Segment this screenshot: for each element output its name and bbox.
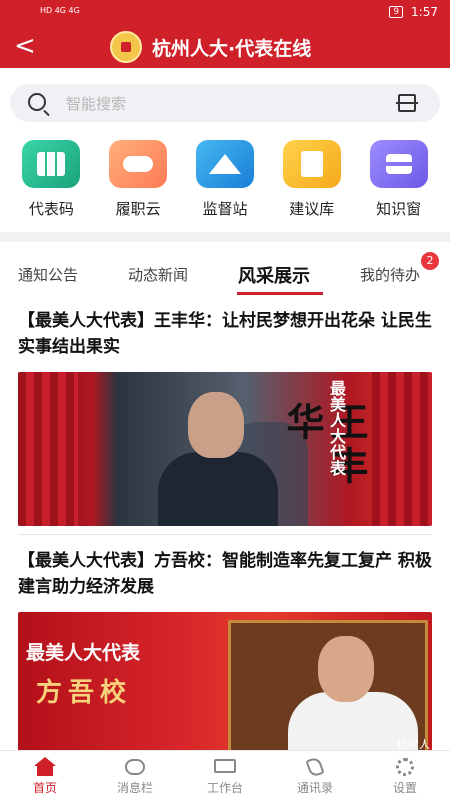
nav-settings[interactable]: 设置 [360,751,450,800]
image-vertical-heading: 最美人大代表 [327,380,346,476]
curtain-right [372,372,432,526]
image-name-text: 方吾校 [36,678,133,708]
nav-messages[interactable]: 消息栏 [90,751,180,800]
search-bar[interactable]: 智能搜索 [10,84,440,122]
todo-count-badge: 2 [421,252,439,270]
home-icon [34,757,56,777]
title-bar: < 杭州人大·代表在线 [0,26,450,68]
quick-action-daibiaoma[interactable]: 代表码 [15,140,87,220]
quick-action-label: 履职云 [115,200,161,218]
clock: 1:57 [411,5,438,19]
tab-notices[interactable]: 通知公告 [18,264,78,285]
article-card[interactable]: 【最美人大代表】方吾校：智能制造率先复工复产 积极建言助力经济发展 最美人大代表… [18,548,432,756]
tab-showcase[interactable]: 风采展示 [238,262,310,288]
scan-icon[interactable] [396,94,418,112]
gear-icon [394,757,416,777]
quick-actions: 代表码 履职云 监督站 建议库 知识窗 [0,140,450,220]
nav-workbench[interactable]: 工作台 [180,751,270,800]
article-title[interactable]: 【最美人大代表】王丰华：让村民梦想开出花朵 让民生实事结出果实 [18,308,432,360]
network-text: HD 4G 4G [40,6,80,15]
quick-action-jianduzhan[interactable]: 监督站 [189,140,261,220]
tab-todo[interactable]: 我的待办 [360,264,420,285]
title-group: 杭州人大·代表在线 [110,31,312,63]
nav-label: 首页 [32,781,57,795]
cloud-icon [109,140,168,188]
back-button[interactable]: < [14,32,44,62]
portrait [158,392,308,526]
active-tab-indicator [237,292,323,295]
article-card[interactable]: 【最美人大代表】王丰华：让村民梦想开出花朵 让民生实事结出果实 王丰华 最美人大… [18,308,432,526]
stack-icon [369,140,428,188]
quick-action-label: 知识窗 [376,200,422,218]
bottom-nav: 首页 消息栏 工作台 通讯录 设置 [0,750,450,800]
document-icon [282,140,341,188]
qr-grid-icon [22,140,81,188]
nav-label: 通讯录 [296,781,333,795]
section-divider [0,232,450,242]
network-indicators: HD 4G 4G [40,6,80,15]
status-bar: HD 4G 4G 9 1:57 [0,0,450,26]
quick-action-lvzhiyun[interactable]: 履职云 [102,140,174,220]
nav-label: 设置 [392,781,417,795]
image-heading: 最美人大代表 [26,642,141,664]
status-right: 9 1:57 [389,5,438,19]
national-emblem-icon [110,31,142,63]
article-title[interactable]: 【最美人大代表】方吾校：智能制造率先复工复产 积极建言助力经济发展 [18,548,432,600]
chevron-left-icon: < [14,31,36,61]
battery-icon: 9 [389,6,404,18]
nav-contacts[interactable]: 通讯录 [270,751,360,800]
phone-icon [304,756,326,778]
nav-label: 工作台 [206,781,243,795]
nav-label: 消息栏 [116,781,153,795]
article-image[interactable]: 王丰华 最美人大代表 [18,372,432,526]
house-icon [195,140,254,188]
tab-bar: 通知公告 动态新闻 风采展示 我的待办 2 [0,252,450,298]
page-title: 杭州人大·代表在线 [152,37,312,60]
search-icon [28,93,46,111]
quick-action-label: 监督站 [202,200,248,218]
article-image[interactable]: 最美人大代表 方吾校 杭州人 [18,612,432,756]
portrait-head [318,636,374,702]
quick-action-label: 建议库 [289,200,335,218]
quick-action-label: 代表码 [28,200,74,218]
message-icon [124,757,146,777]
desk-icon [214,757,236,777]
quick-action-jianyiku[interactable]: 建议库 [276,140,348,220]
curtain-left [18,372,78,526]
article-divider [18,534,432,535]
nav-home[interactable]: 首页 [0,751,90,800]
search-input[interactable]: 智能搜索 [66,93,126,114]
quick-action-zhishichuang[interactable]: 知识窗 [363,140,435,220]
tab-news[interactable]: 动态新闻 [128,264,188,285]
